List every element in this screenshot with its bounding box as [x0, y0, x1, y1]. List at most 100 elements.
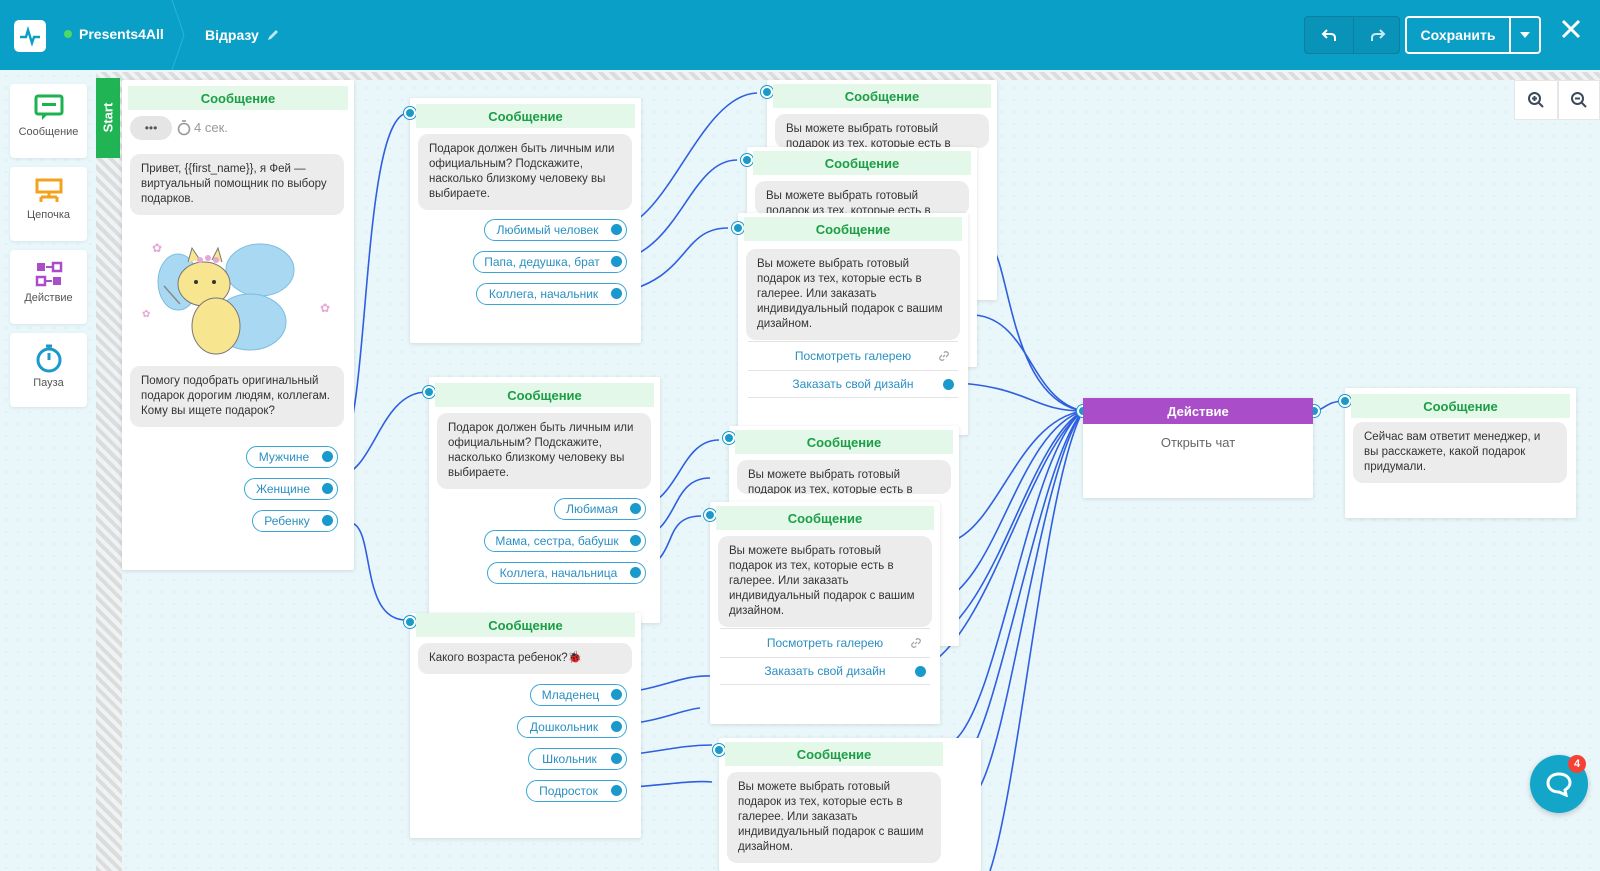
button-label: Коллега, начальница	[499, 566, 618, 580]
input-port[interactable]	[741, 154, 753, 166]
button-beloved-f[interactable]: Любимая	[554, 498, 646, 520]
output-port[interactable]	[322, 483, 333, 494]
input-port[interactable]	[423, 386, 435, 398]
button-mom[interactable]: Мама, сестра, бабушк	[484, 530, 646, 552]
node-title: Сообщение	[735, 430, 953, 454]
tool-pause[interactable]: Пауза	[10, 333, 87, 407]
message-bubble: Привет, {{first_name}}, я Фей — виртуаль…	[130, 154, 344, 215]
button-label: Школьник	[542, 752, 597, 766]
tool-label: Цепочка	[27, 209, 70, 221]
timer-icon	[36, 344, 61, 373]
delay-text: 4 сек.	[194, 120, 228, 135]
button-colleague-f[interactable]: Коллега, начальница	[487, 562, 646, 584]
zoom-out-button[interactable]	[1558, 80, 1600, 120]
button-label: Заказать свой дизайн	[792, 377, 914, 391]
button-label: Женщине	[255, 482, 311, 496]
button-women[interactable]: Женщине	[244, 478, 338, 500]
view-gallery-button[interactable]: Посмотреть галерею	[720, 628, 930, 656]
input-port[interactable]	[723, 432, 735, 444]
input-port[interactable]	[713, 744, 725, 756]
node-title: Сообщение	[773, 84, 991, 108]
order-design-button[interactable]: Заказать свой дизайн	[748, 370, 958, 398]
button-label: Мама, сестра, бабушк	[495, 534, 619, 548]
output-port[interactable]	[611, 785, 622, 796]
action-node[interactable]: Действие Открыть чат	[1077, 398, 1320, 498]
timer-icon	[177, 120, 191, 136]
output-port[interactable]	[611, 224, 622, 235]
output-port[interactable]	[611, 753, 622, 764]
node-title: Сообщение	[416, 613, 635, 637]
message-bubble: Вы можете выбрать готовый подарок из тех…	[746, 249, 960, 340]
button-dad[interactable]: Папа, дедушка, брат	[473, 251, 627, 273]
output-port[interactable]	[611, 689, 622, 700]
message-node-child[interactable]: Сообщение Какого возраста ребенок?🐞 Млад…	[404, 613, 641, 838]
link-icon	[939, 350, 949, 361]
input-port[interactable]	[761, 86, 773, 98]
message-bubble: Сейчас вам ответит менеджер, и вы расска…	[1353, 422, 1567, 483]
gallery-node-6[interactable]: Сообщение Вы можете выбрать готовый пода…	[713, 738, 981, 871]
button-label: Ребенку	[264, 514, 310, 528]
button-colleague[interactable]: Коллега, начальник	[476, 283, 627, 305]
output-port[interactable]	[611, 721, 622, 732]
button-schoolkid[interactable]: Школьник	[528, 748, 627, 770]
button-label: Любимая	[566, 502, 618, 516]
message-bubble: Вы можете выбрать готовый подарок из тех…	[775, 114, 989, 148]
message-bubble: Помогу подобрать оригинальный подарок до…	[130, 366, 344, 427]
output-port[interactable]	[322, 451, 333, 462]
tool-label: Действие	[24, 292, 73, 304]
tool-chain[interactable]: Цепочка	[10, 167, 87, 241]
node-title: Сообщение	[416, 104, 635, 128]
output-port[interactable]	[630, 567, 641, 578]
input-port[interactable]	[704, 509, 716, 521]
output-port[interactable]	[322, 515, 333, 526]
message-bubble: Вы можете выбрать готовый подарок из тех…	[737, 460, 951, 494]
input-port[interactable]	[732, 222, 744, 234]
button-teen[interactable]: Подросток	[526, 780, 627, 802]
tool-message[interactable]: Сообщение	[10, 84, 87, 158]
button-baby[interactable]: Младенец	[530, 684, 627, 706]
button-label: Дошкольник	[529, 720, 599, 734]
message-bubble: Вы можете выбрать готовый подарок из тех…	[727, 772, 941, 863]
output-port[interactable]	[630, 503, 641, 514]
start-message-node[interactable]: Сообщение ••• 4 сек. Привет, {{first_nam…	[122, 80, 354, 570]
node-title: Сообщение	[744, 217, 962, 241]
zoom-in-icon	[1528, 92, 1544, 108]
node-title: Действие	[1083, 398, 1313, 424]
output-port[interactable]	[915, 666, 926, 677]
svg-text:✿: ✿	[152, 241, 162, 255]
order-design-button[interactable]: Заказать свой дизайн	[720, 657, 930, 685]
tool-action[interactable]: Действие	[10, 250, 87, 324]
output-port[interactable]	[943, 379, 954, 390]
node-title: Сообщение	[716, 506, 934, 530]
message-node-men[interactable]: Сообщение Подарок должен быть личным или…	[404, 98, 641, 343]
view-gallery-button[interactable]: Посмотреть галерею	[748, 341, 958, 369]
node-title: Сообщение	[725, 742, 943, 766]
link-icon	[911, 637, 921, 648]
final-message-node[interactable]: Сообщение Сейчас вам ответит менеджер, и…	[1339, 388, 1576, 518]
message-bubble: Подарок должен быть личным или официальн…	[437, 413, 651, 489]
chat-bubble-icon	[1546, 772, 1572, 797]
action-text: Открыть чат	[1160, 435, 1236, 450]
button-label: Младенец	[541, 688, 600, 702]
input-port[interactable]	[404, 616, 416, 628]
button-label: Посмотреть галерею	[794, 348, 912, 363]
output-port[interactable]	[611, 256, 622, 267]
tool-label: Сообщение	[18, 126, 79, 138]
node-title: Сообщение	[1351, 394, 1570, 418]
gallery-node-5[interactable]: Сообщение Вы можете выбрать готовый пода…	[704, 502, 940, 724]
button-beloved[interactable]: Любимый человек	[484, 219, 627, 241]
message-node-women[interactable]: Сообщение Подарок должен быть личным или…	[423, 377, 660, 623]
input-port[interactable]	[1339, 395, 1351, 407]
chain-icon	[35, 178, 62, 202]
button-child[interactable]: Ребенку	[252, 510, 338, 532]
message-bubble: Подарок должен быть личным или официальн…	[418, 134, 632, 210]
input-port[interactable]	[404, 107, 416, 119]
gallery-node-3[interactable]: Сообщение Вы можете выбрать готовый пода…	[732, 213, 968, 435]
output-port[interactable]	[630, 535, 641, 546]
action-icon	[35, 261, 62, 287]
zoom-in-button[interactable]	[1514, 80, 1558, 120]
output-port[interactable]	[611, 288, 622, 299]
button-preschool[interactable]: Дошкольник	[517, 716, 627, 738]
button-men[interactable]: Мужчине	[246, 446, 338, 468]
fairy-cat-image: ✿ ✿ ✿	[130, 222, 344, 356]
